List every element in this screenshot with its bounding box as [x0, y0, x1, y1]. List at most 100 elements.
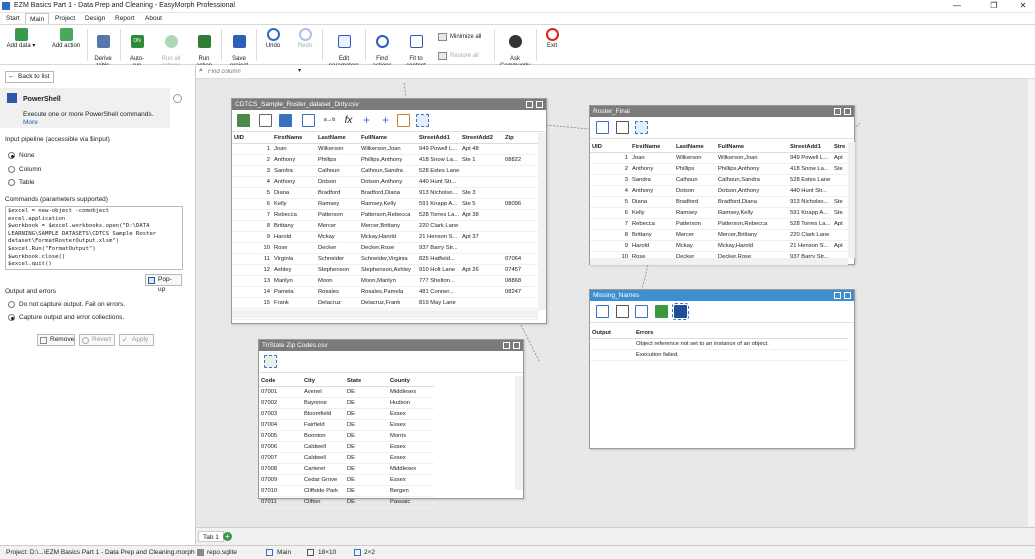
- column-header[interactable]: StreetAdd1: [417, 133, 460, 144]
- pipeline-table-radio[interactable]: Table: [8, 179, 35, 186]
- undo-button[interactable]: Undo: [262, 28, 284, 64]
- capture-output-radio[interactable]: Capture output and error collections.: [8, 314, 124, 321]
- no-capture-radio[interactable]: Do not capture output. Fail on errors.: [8, 301, 125, 308]
- node-header[interactable]: Missing_Names: [590, 290, 854, 301]
- menu-project[interactable]: Project: [51, 13, 79, 24]
- derived-table-icon[interactable]: [596, 305, 609, 318]
- more-link[interactable]: More: [23, 119, 38, 126]
- column-header[interactable]: Output: [590, 328, 634, 339]
- lookup-icon[interactable]: [397, 114, 410, 127]
- column-header[interactable]: Errors: [634, 328, 848, 339]
- column-header[interactable]: State: [345, 376, 388, 387]
- filter-icon[interactable]: [616, 305, 629, 318]
- column-header[interactable]: Stre: [832, 142, 848, 153]
- import-csv-icon[interactable]: [264, 355, 277, 368]
- chevron-down-icon[interactable]: ▾: [298, 67, 301, 74]
- vertical-scrollbar[interactable]: [538, 133, 546, 310]
- add-data-button[interactable]: Add data ▾: [4, 28, 38, 64]
- column-header[interactable]: StreetAdd1: [788, 142, 832, 153]
- column-header[interactable]: FirstName: [630, 142, 674, 153]
- export-icon[interactable]: [635, 305, 648, 318]
- commands-editor[interactable]: $excel = new-object -comobject excel.app…: [5, 206, 183, 270]
- column-header[interactable]: FirstName: [272, 133, 316, 144]
- find-actions-button[interactable]: Find actions: [369, 28, 395, 69]
- save-project-button[interactable]: Save project: [226, 28, 252, 69]
- export-icon[interactable]: [635, 121, 648, 134]
- maximize-button[interactable]: ❐: [983, 0, 1005, 13]
- run-program-icon[interactable]: [655, 305, 668, 318]
- close-window-button[interactable]: ✕: [1012, 0, 1034, 13]
- select-columns-icon[interactable]: [279, 114, 292, 127]
- fit-to-content-button[interactable]: Fit to content: [402, 28, 430, 69]
- node-minimize-icon[interactable]: [834, 292, 841, 299]
- node-minimize-icon[interactable]: [834, 108, 841, 115]
- exit-button[interactable]: Exit: [541, 28, 563, 64]
- node-minimize-icon[interactable]: [526, 101, 533, 108]
- find-column-input[interactable]: [208, 67, 304, 77]
- run-all-actions-button[interactable]: Run all actions: [156, 28, 186, 69]
- column-header[interactable]: Zip: [503, 133, 538, 144]
- revert-button[interactable]: Revert: [79, 334, 115, 346]
- derive-table-button[interactable]: Derive table: [91, 28, 115, 69]
- add-action-button[interactable]: Add action: [48, 28, 84, 64]
- calculate-icon[interactable]: fx: [342, 114, 355, 127]
- column-header[interactable]: County: [388, 376, 434, 387]
- right-panel-collapsed[interactable]: [1028, 79, 1035, 527]
- vertical-scrollbar[interactable]: [848, 142, 855, 258]
- action-settings-icon[interactable]: [173, 94, 182, 103]
- node-maximize-icon[interactable]: [844, 292, 851, 299]
- restore-all-button[interactable]: Restore all: [436, 51, 492, 61]
- node-maximize-icon[interactable]: [844, 108, 851, 115]
- auto-run-toggle[interactable]: ON Auto- run: [125, 28, 149, 69]
- trim-icon[interactable]: [259, 114, 272, 127]
- column-header[interactable]: LastName: [674, 142, 716, 153]
- powershell-icon[interactable]: [672, 303, 689, 320]
- column-header[interactable]: LastName: [316, 133, 359, 144]
- column-header[interactable]: StreetAdd2: [460, 133, 503, 144]
- filter-icon[interactable]: [302, 114, 315, 127]
- column-header[interactable]: UID: [590, 142, 630, 153]
- menu-start[interactable]: Start: [2, 13, 24, 24]
- menu-design[interactable]: Design: [81, 13, 109, 24]
- roster-final-table-node[interactable]: Roster_Final UID FirstName LastName FullNam…: [589, 105, 855, 265]
- menu-about[interactable]: About: [141, 13, 166, 24]
- edit-parameters-button[interactable]: Edit parameters: [327, 28, 361, 69]
- derived-table-icon[interactable]: [596, 121, 609, 134]
- remove-button[interactable]: Remove: [37, 334, 75, 346]
- minimize-button[interactable]: —: [946, 0, 968, 13]
- roster-dirty-table-node[interactable]: CDTCS_Sample_Roster_dataset_Dirty.csv a→…: [231, 98, 547, 324]
- column-header[interactable]: Code: [259, 376, 302, 387]
- node-header[interactable]: CDTCS_Sample_Roster_dataset_Dirty.csv: [232, 99, 546, 110]
- missing-names-node[interactable]: Missing_Names Output Errors Object refere…: [589, 289, 855, 449]
- horizontal-scrollbar[interactable]: [590, 258, 848, 265]
- menu-main[interactable]: Main: [25, 13, 50, 24]
- node-minimize-icon[interactable]: [503, 342, 510, 349]
- ask-community-button[interactable]: Ask Community: [498, 28, 532, 69]
- pipeline-column-radio[interactable]: Column: [8, 166, 41, 173]
- design-canvas[interactable]: CDTCS_Sample_Roster_dataset_Dirty.csv a→…: [196, 79, 1028, 527]
- zip-codes-table-node[interactable]: TriState Zip Codes.csv Code City State Coun…: [258, 339, 524, 508]
- import-csv-icon[interactable]: [237, 114, 250, 127]
- filter-icon[interactable]: [616, 121, 629, 134]
- add-tab-button[interactable]: +: [223, 532, 232, 541]
- tab-1[interactable]: Tab 1: [198, 531, 224, 542]
- node-header[interactable]: Roster_Final: [590, 106, 854, 117]
- pipeline-none-radio[interactable]: None: [8, 152, 35, 159]
- menu-report[interactable]: Report: [111, 13, 139, 24]
- back-to-list-button[interactable]: ← Back to list: [5, 71, 54, 83]
- run-action-button[interactable]: Run action: [192, 28, 216, 69]
- node-header[interactable]: TriState Zip Codes.csv: [259, 340, 523, 351]
- add-column-icon[interactable]: +: [379, 114, 392, 127]
- column-header[interactable]: City: [302, 376, 345, 387]
- node-maximize-icon[interactable]: [513, 342, 520, 349]
- column-header[interactable]: UID: [232, 133, 272, 144]
- horizontal-scrollbar[interactable]: [232, 310, 538, 318]
- redo-button[interactable]: Redo: [294, 28, 316, 64]
- column-header[interactable]: FullName: [359, 133, 417, 144]
- add-column-icon[interactable]: +: [360, 114, 373, 127]
- popup-button[interactable]: Pop-up: [145, 274, 182, 293]
- minimize-all-button[interactable]: Minimize all: [436, 32, 492, 42]
- node-maximize-icon[interactable]: [536, 101, 543, 108]
- apply-button[interactable]: ✓ Apply: [119, 334, 154, 346]
- rename-icon[interactable]: a→b: [323, 114, 336, 127]
